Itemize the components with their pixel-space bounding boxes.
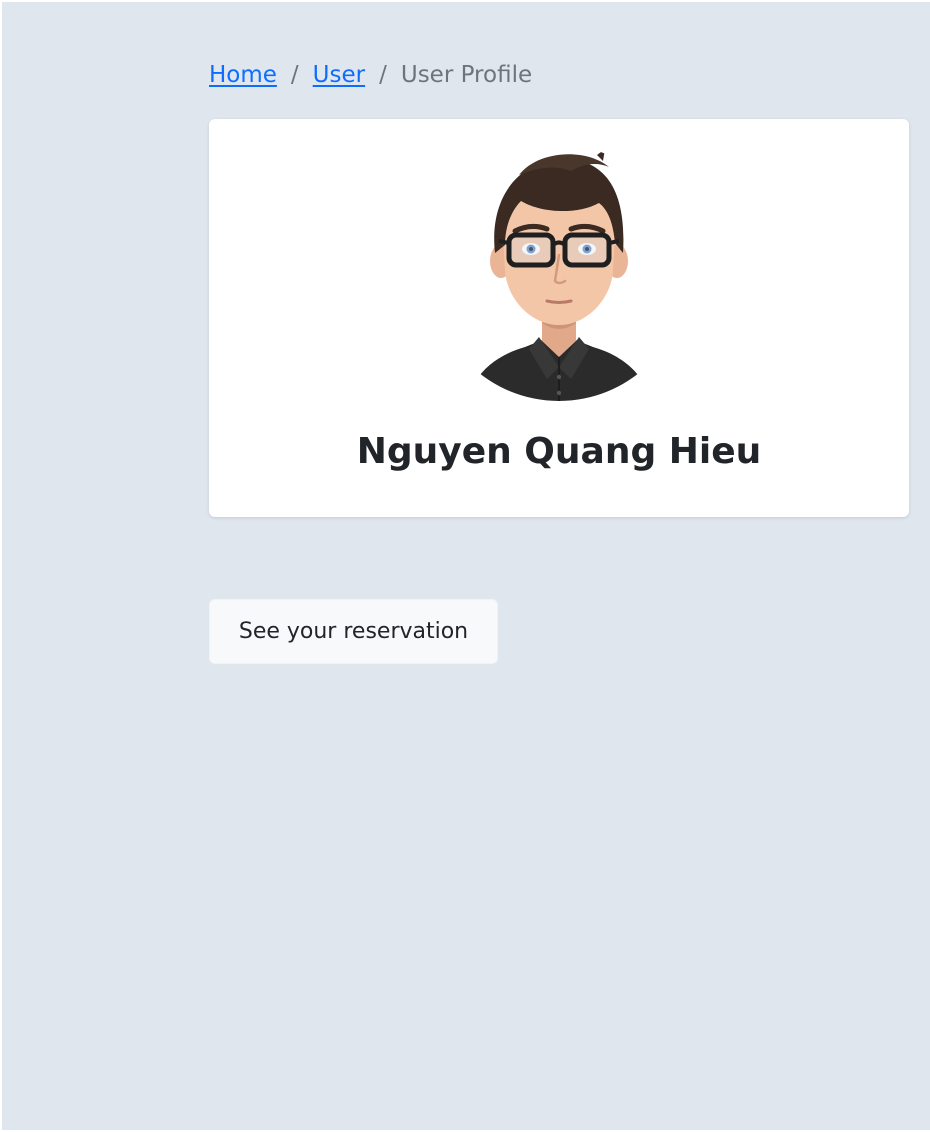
breadcrumb-link-user[interactable]: User	[313, 62, 365, 88]
profile-card: Nguyen Quang Hieu	[209, 119, 909, 517]
see-reservation-button[interactable]: See your reservation	[209, 599, 498, 664]
breadcrumb-link-home[interactable]: Home	[209, 62, 277, 88]
page-background: Home / User / User Profile Nguyen Quang …	[2, 2, 930, 1130]
breadcrumb: Home / User / User Profile	[209, 58, 532, 92]
breadcrumb-separator: /	[379, 62, 387, 88]
user-name: Nguyen Quang Hieu	[356, 431, 762, 472]
user-avatar-icon	[467, 149, 651, 401]
breadcrumb-current: User Profile	[400, 62, 533, 88]
breadcrumb-separator: /	[290, 62, 299, 88]
